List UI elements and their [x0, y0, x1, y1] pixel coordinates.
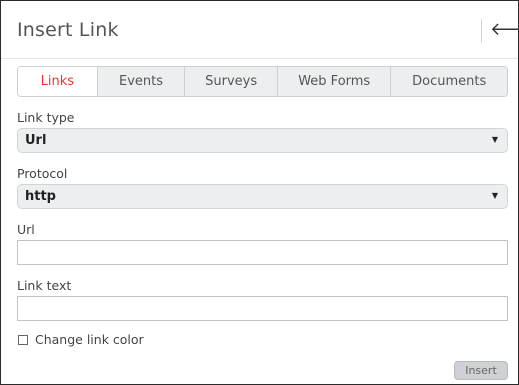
tab-events[interactable]: Events: [96, 67, 185, 96]
tab-links[interactable]: Links: [18, 67, 97, 96]
link-type-select[interactable]: Url ▼: [17, 128, 508, 153]
change-link-color-checkbox[interactable]: [18, 334, 28, 345]
dialog-title: Insert Link: [17, 19, 119, 41]
caret-down-icon: ▼: [491, 191, 498, 200]
tab-documents[interactable]: Documents: [390, 67, 507, 96]
dialog-header: Insert Link 🡐: [1, 1, 519, 59]
change-link-color-label[interactable]: Change link color: [35, 332, 144, 347]
insert-button[interactable]: Insert: [454, 361, 508, 380]
insert-link-dialog: Insert Link 🡐 Links Events Surveys Web F…: [0, 0, 519, 385]
header-divider: [481, 19, 482, 43]
back-button[interactable]: 🡐: [490, 17, 519, 43]
link-type-label: Link type: [17, 110, 75, 125]
link-text-label: Link text: [17, 278, 72, 293]
protocol-select[interactable]: http ▼: [17, 184, 508, 209]
arrow-left-icon: 🡐: [490, 19, 519, 40]
tab-surveys[interactable]: Surveys: [184, 67, 277, 96]
link-category-tabs: Links Events Surveys Web Forms Documents: [17, 66, 508, 97]
protocol-label: Protocol: [17, 166, 68, 181]
link-text-input[interactable]: [17, 296, 508, 321]
tab-web-forms[interactable]: Web Forms: [276, 67, 391, 96]
url-label: Url: [17, 222, 35, 237]
protocol-value: http: [25, 189, 56, 204]
url-input[interactable]: [17, 240, 508, 265]
caret-down-icon: ▼: [491, 135, 498, 144]
link-type-value: Url: [25, 133, 47, 148]
change-link-color-row: Change link color: [18, 332, 144, 347]
